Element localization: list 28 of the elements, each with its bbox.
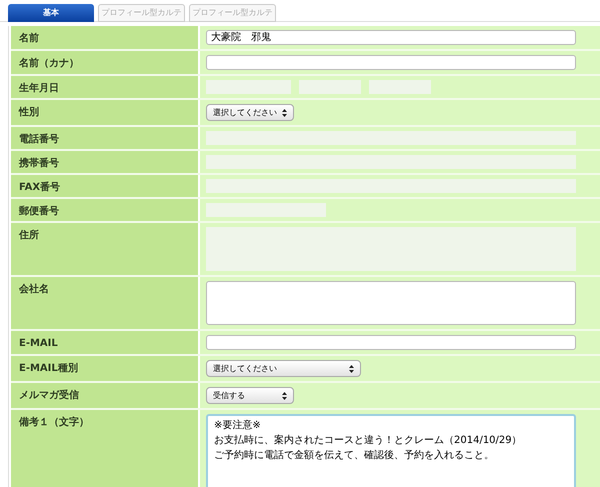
sort-arrows-icon <box>282 108 287 116</box>
row-label-cell: 住所 <box>11 223 198 275</box>
row-label-cell: E-MAIL種別 <box>11 356 198 381</box>
select-dropdown[interactable]: 選択してください <box>206 104 294 121</box>
text-field[interactable] <box>206 55 576 70</box>
tab[interactable]: 基本 <box>8 4 94 22</box>
row-label-cell: 名前 <box>11 26 198 49</box>
text-field[interactable]: 大豪院 邪鬼 <box>206 30 576 45</box>
sort-arrows-icon <box>349 364 354 372</box>
row-label-cell: 携帯番号 <box>11 151 198 173</box>
row-label-cell: E-MAIL <box>11 331 198 354</box>
select-dropdown[interactable]: 選択してください <box>206 360 361 377</box>
select-dropdown[interactable]: 受信する <box>206 387 294 404</box>
row-label-cell: 備考１（文字） <box>11 410 198 487</box>
text-area[interactable] <box>206 281 576 325</box>
row-label-cell: メルマガ受信 <box>11 383 198 408</box>
sort-arrows-icon <box>282 392 287 400</box>
row-label-cell: 名前（カナ） <box>11 51 198 74</box>
row-label-cell: 郵便番号 <box>11 199 198 221</box>
row-label-cell: 電話番号 <box>11 127 198 149</box>
redacted-value <box>369 80 431 94</box>
row-label-cell: 会社名 <box>11 277 198 329</box>
row-label-cell: 生年月日 <box>11 76 198 98</box>
redacted-value <box>299 80 361 94</box>
row-label-cell: 性別 <box>11 100 198 125</box>
text-area[interactable]: ※要注意※ お支払時に、案内されたコースと違う！とクレーム（2014/10/29） ご予約時に電話で金額を伝えて、確認後、予約を入れること。 <box>206 414 576 487</box>
row-label-cell: FAX番号 <box>11 175 198 197</box>
text-field[interactable] <box>206 335 576 350</box>
